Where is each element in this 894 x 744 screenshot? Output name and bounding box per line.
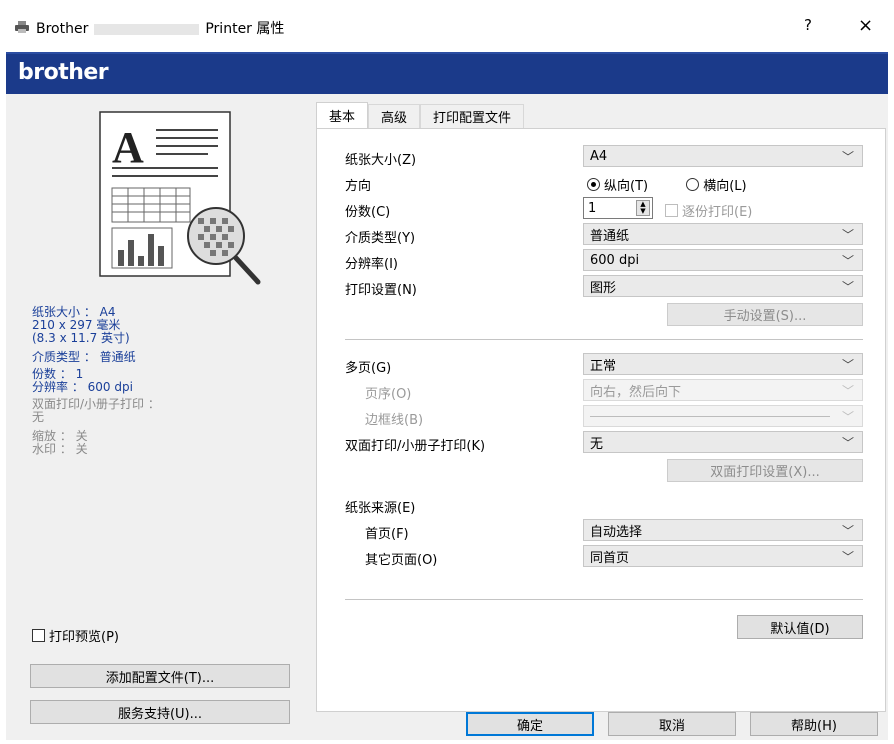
separator bbox=[345, 599, 863, 600]
border-line-sample bbox=[590, 415, 830, 417]
help-button[interactable]: 帮助(H) bbox=[750, 712, 878, 736]
cancel-button[interactable]: 取消 bbox=[608, 712, 736, 736]
chevron-down-icon: ﹀ bbox=[841, 524, 854, 538]
support-button[interactable]: 服务支持(U)... bbox=[30, 700, 290, 724]
paper-size-dropdown[interactable]: A4 ﹀ bbox=[583, 145, 863, 167]
first-page-dropdown[interactable]: 自动选择 ﹀ bbox=[583, 519, 863, 541]
other-pages-value: 同首页 bbox=[590, 550, 630, 566]
redacted-model-name bbox=[94, 23, 200, 35]
chevron-down-icon: ﹀ bbox=[841, 550, 854, 564]
resolution-label: 分辨率(I) bbox=[345, 257, 398, 272]
resolution-value: 600 dpi bbox=[590, 252, 640, 268]
copies-value: 1 bbox=[588, 200, 597, 216]
tab-print-profiles[interactable]: 打印配置文件 bbox=[420, 104, 525, 128]
brother-logo: brother bbox=[18, 60, 109, 85]
summary-media-type: 介质类型 ： 普通纸 bbox=[32, 350, 136, 364]
tab-basic[interactable]: 基本 bbox=[316, 102, 369, 128]
radio-selected-icon bbox=[587, 178, 600, 191]
checkbox-box[interactable] bbox=[665, 204, 678, 217]
summary-dimensions-in: (8.3 x 11.7 英寸) bbox=[32, 331, 130, 345]
page-order-value: 向右，然后向下 bbox=[590, 384, 682, 400]
separator bbox=[345, 339, 863, 340]
first-page-label: 首页(F) bbox=[365, 527, 409, 542]
copies-label: 份数(C) bbox=[345, 205, 391, 220]
page-order-dropdown[interactable]: 向右，然后向下 ﹀ bbox=[583, 379, 863, 401]
other-pages-label: 其它页面(O) bbox=[365, 553, 438, 568]
print-preview-checkbox[interactable]: 打印预览(P) bbox=[32, 626, 119, 645]
title-bar: Brother Printer 属性 ? × bbox=[0, 0, 894, 52]
orientation-options: 纵向(T) 横向(L) bbox=[587, 175, 781, 195]
media-type-label: 介质类型(Y) bbox=[345, 231, 416, 246]
landscape-label: 横向(L) bbox=[703, 179, 747, 194]
tab-strip: 基本 高级 打印配置文件 bbox=[316, 102, 525, 128]
chevron-down-icon: ﹀ bbox=[841, 436, 854, 450]
close-button[interactable]: × bbox=[858, 15, 873, 36]
border-line-label: 边框线(B) bbox=[365, 413, 424, 428]
first-page-value: 自动选择 bbox=[590, 524, 643, 540]
summary-watermark: 水印 ： 关 bbox=[32, 442, 88, 456]
other-pages-dropdown[interactable]: 同首页 ﹀ bbox=[583, 545, 863, 567]
copies-stepper[interactable]: 1 ▲ ▼ bbox=[583, 197, 653, 219]
print-settings-value: 图形 bbox=[590, 280, 617, 296]
portrait-radio[interactable]: 纵向(T) bbox=[587, 175, 648, 194]
summary-resolution: 分辨率 ： 600 dpi bbox=[32, 380, 133, 394]
landscape-radio[interactable]: 横向(L) bbox=[686, 175, 747, 194]
chevron-down-icon: ﹀ bbox=[841, 150, 854, 164]
duplex-value: 无 bbox=[590, 436, 604, 452]
dialog-content: A 纸张大小 ： A4 210 x 297 毫米 (8.3 x 11.7 英寸)… bbox=[6, 94, 888, 740]
print-preview-label: 打印预览(P) bbox=[49, 630, 119, 645]
duplex-label: 双面打印/小册子打印(K) bbox=[345, 439, 486, 454]
page-order-label: 页序(O) bbox=[365, 387, 412, 402]
paper-size-value: A4 bbox=[590, 148, 608, 164]
settings-panel: 基本 高级 打印配置文件 纸张大小(Z) A4 ﹀ 方向 纵向(T) 横向(L) … bbox=[316, 102, 888, 712]
multipage-dropdown[interactable]: 正常 ﹀ bbox=[583, 353, 863, 375]
spin-arrows-icon[interactable]: ▲ ▼ bbox=[636, 200, 650, 216]
basic-tab-body: 纸张大小(Z) A4 ﹀ 方向 纵向(T) 横向(L) 份数(C) 1 ▲ ▼ 逐份… bbox=[316, 128, 886, 712]
page-preview-image: A bbox=[99, 111, 261, 285]
print-settings-dropdown[interactable]: 图形 ﹀ bbox=[583, 275, 863, 297]
print-settings-label: 打印设置(N) bbox=[345, 283, 417, 298]
collate-checkbox[interactable]: 逐份打印(E) bbox=[665, 201, 752, 220]
multipage-label: 多页(G) bbox=[345, 361, 392, 376]
add-profile-button[interactable]: 添加配置文件(T)... bbox=[30, 664, 290, 688]
ok-button[interactable]: 确定 bbox=[466, 712, 594, 736]
help-title-button[interactable]: ? bbox=[804, 16, 812, 34]
tab-advanced[interactable]: 高级 bbox=[368, 104, 421, 128]
chevron-down-icon: ﹀ bbox=[841, 280, 854, 294]
brand-banner: brother bbox=[6, 52, 888, 94]
paper-size-label: 纸张大小(Z) bbox=[345, 153, 417, 168]
paper-source-label: 纸张来源(E) bbox=[345, 501, 416, 516]
summary-duplex-value: 无 bbox=[32, 410, 45, 424]
chevron-down-icon: ﹀ bbox=[841, 410, 854, 424]
preview-panel: A 纸张大小 ： A4 210 x 297 毫米 (8.3 x 11.7 英寸)… bbox=[6, 94, 312, 740]
multipage-value: 正常 bbox=[590, 358, 617, 374]
chevron-down-icon: ﹀ bbox=[841, 228, 854, 242]
media-type-value: 普通纸 bbox=[590, 228, 630, 244]
border-line-dropdown[interactable]: ﹀ bbox=[583, 405, 863, 427]
media-type-dropdown[interactable]: 普通纸 ﹀ bbox=[583, 223, 863, 245]
checkbox-box[interactable] bbox=[32, 629, 45, 642]
collate-label: 逐份打印(E) bbox=[682, 205, 753, 220]
radio-unselected-icon bbox=[686, 178, 700, 191]
summary-duplex-label: 双面打印/小册子打印 ： bbox=[32, 397, 160, 411]
chevron-down-icon: ﹀ bbox=[841, 384, 854, 398]
duplex-settings-button[interactable]: 双面打印设置(X)... bbox=[667, 459, 863, 482]
printer-icon bbox=[15, 21, 29, 33]
resolution-dropdown[interactable]: 600 dpi ﹀ bbox=[583, 249, 863, 271]
chevron-down-icon: ﹀ bbox=[841, 358, 854, 372]
window-title: Brother Printer 属性 bbox=[36, 21, 285, 37]
duplex-dropdown[interactable]: 无 ﹀ bbox=[583, 431, 863, 453]
manual-settings-button[interactable]: 手动设置(S)... bbox=[667, 303, 863, 326]
settings-summary: 纸张大小 ： A4 210 x 297 毫米 (8.3 x 11.7 英寸) 介… bbox=[32, 306, 302, 456]
chevron-down-icon: ﹀ bbox=[841, 254, 854, 268]
orientation-label: 方向 bbox=[345, 179, 372, 194]
defaults-button[interactable]: 默认值(D) bbox=[737, 615, 863, 639]
portrait-label: 纵向(T) bbox=[604, 179, 649, 194]
svg-text:A: A bbox=[112, 123, 144, 172]
